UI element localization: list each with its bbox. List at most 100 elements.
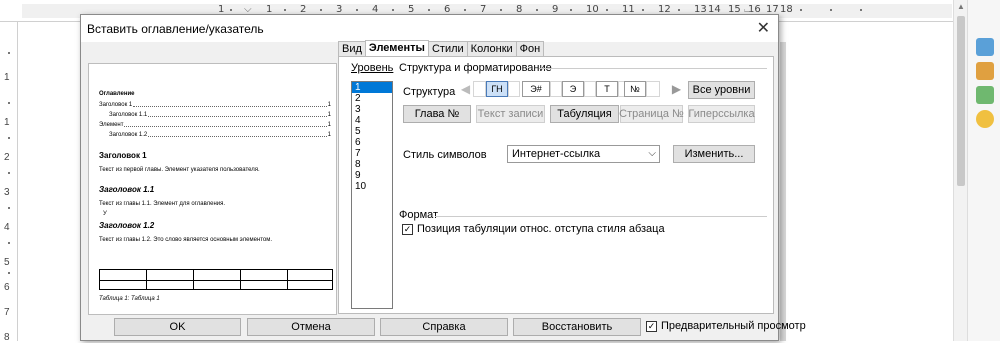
- preview-toc-line: Элемент 1: [99, 121, 331, 129]
- ok-button[interactable]: OK: [114, 318, 241, 336]
- token-gap[interactable]: [473, 81, 486, 97]
- level-item-1[interactable]: 1: [352, 82, 392, 93]
- ruler-tick: [642, 9, 644, 11]
- preview-table-col-line: [193, 270, 194, 289]
- vertical-scrollbar[interactable]: ▲: [953, 0, 967, 341]
- preview-toc-line: Заголовок 1.2 1: [109, 131, 331, 139]
- tab-background[interactable]: Фон: [515, 41, 545, 57]
- preview-toc-line: Заголовок 1 1: [99, 101, 331, 109]
- preview-label: Предварительный просмотр: [661, 320, 806, 332]
- preview-table-col-line: [146, 270, 147, 289]
- dialog-titlebar[interactable]: Вставить оглавление/указатель: [81, 15, 778, 42]
- separator: [539, 68, 767, 69]
- token-gap[interactable]: [550, 81, 562, 97]
- chapter-number-button[interactable]: Глава №: [403, 105, 471, 123]
- help-button[interactable]: Справка: [380, 318, 508, 336]
- ruler-label: 3: [4, 187, 10, 198]
- ruler-tick: [320, 9, 322, 11]
- vertical-ruler: 1 1 2 3 4 5 6 7 8: [0, 22, 18, 343]
- token-tab-stop[interactable]: Т: [596, 81, 618, 97]
- entries-panel: Уровень 1 2 3 4 5 6 7 8 9 10 Структура и…: [338, 56, 774, 314]
- tab-view[interactable]: Вид: [338, 41, 366, 57]
- level-item-7[interactable]: 7: [352, 148, 392, 159]
- tab-bar: Вид Элементы Стили Колонки Фон: [338, 40, 545, 57]
- tab-position-checkbox[interactable]: ✓: [402, 224, 413, 235]
- close-icon[interactable]: ✕: [757, 18, 770, 38]
- preview-toc-text: Заголовок 1: [99, 102, 133, 108]
- chevron-down-icon[interactable]: ⌵: [648, 148, 656, 159]
- scroll-up-icon[interactable]: ▲: [957, 2, 965, 11]
- all-levels-button[interactable]: Все уровни: [688, 81, 755, 99]
- ruler-tick: [8, 102, 10, 104]
- page-number-button[interactable]: Страница №: [619, 105, 684, 123]
- entry-text-button[interactable]: Текст записи: [476, 105, 545, 123]
- level-item-10[interactable]: 10: [352, 181, 392, 192]
- ruler-label: 5: [4, 257, 10, 268]
- ruler-label: 2: [4, 152, 10, 163]
- separator: [435, 216, 767, 217]
- ruler-label: 1: [4, 117, 10, 128]
- tab-columns[interactable]: Колонки: [466, 41, 517, 57]
- level-item-2[interactable]: 2: [352, 93, 392, 104]
- ruler-tick: [8, 137, 10, 139]
- preview-toc-line: Заголовок 1.1 1: [109, 111, 331, 119]
- level-item-8[interactable]: 8: [352, 159, 392, 170]
- document-page-edge: [780, 42, 786, 341]
- preview-toc-page: 1: [327, 122, 331, 128]
- level-item-5[interactable]: 5: [352, 126, 392, 137]
- tab-entries[interactable]: Элементы: [364, 40, 429, 57]
- ruler-label: 1: [4, 72, 10, 83]
- tab-stop-button[interactable]: Табуляция: [550, 105, 619, 123]
- preview-checkbox[interactable]: ✓: [646, 321, 657, 332]
- char-style-value: Интернет-ссылка: [512, 148, 601, 160]
- arrow-right-icon[interactable]: ▶: [669, 81, 684, 97]
- preview-paragraph: Текст из первой главы. Элемент указателя…: [99, 167, 260, 173]
- token-gap[interactable]: [508, 81, 520, 97]
- ruler-label: 4: [4, 222, 10, 233]
- arrow-left-icon[interactable]: ◀: [458, 81, 473, 97]
- ruler-tick: [678, 9, 680, 11]
- ruler-tick: [8, 272, 10, 274]
- preview-toc-page: 1: [327, 102, 331, 108]
- level-item-3[interactable]: 3: [352, 104, 392, 115]
- properties-icon[interactable]: [976, 38, 994, 56]
- hyperlink-button[interactable]: Гиперссылка: [688, 105, 755, 123]
- token-gap[interactable]: [584, 81, 596, 97]
- styles-icon[interactable]: [976, 62, 994, 80]
- ruler-tick: [8, 242, 10, 244]
- preview-toc-title: Оглавление: [99, 91, 135, 97]
- structure-heading: Структура и форматирование: [399, 62, 552, 74]
- token-gap[interactable]: [646, 81, 660, 97]
- navigator-icon[interactable]: [976, 110, 994, 128]
- sidebar-deck: [967, 0, 1000, 341]
- cancel-button[interactable]: Отмена: [247, 318, 375, 336]
- ruler-tick: [800, 9, 802, 11]
- token-page-number[interactable]: №: [624, 81, 646, 97]
- scrollbar-thumb[interactable]: [957, 16, 965, 186]
- ruler-tick: [428, 9, 430, 11]
- char-style-select[interactable]: Интернет-ссылка ⌵: [507, 145, 660, 163]
- ruler-tick: [464, 9, 466, 11]
- level-item-9[interactable]: 9: [352, 170, 392, 181]
- token-chapter-number[interactable]: ГН: [486, 81, 508, 97]
- preview-toc-text: Заголовок 1.1: [109, 112, 148, 118]
- gallery-icon[interactable]: [976, 86, 994, 104]
- tab-styles[interactable]: Стили: [427, 41, 468, 57]
- level-item-4[interactable]: 4: [352, 115, 392, 126]
- ruler-tick: [606, 9, 608, 11]
- ruler-tick: [356, 9, 358, 11]
- reset-button[interactable]: Восстановить: [513, 318, 641, 336]
- preview-heading-1-2: Заголовок 1.2: [99, 221, 155, 230]
- edit-button[interactable]: Изменить...: [673, 145, 755, 163]
- preview-table-row-line: [100, 280, 332, 281]
- level-item-6[interactable]: 6: [352, 137, 392, 148]
- token-entry-text[interactable]: Э: [562, 81, 584, 97]
- ruler-tick: [230, 9, 232, 11]
- ruler-label: 7: [4, 307, 10, 318]
- level-list[interactable]: 1 2 3 4 5 6 7 8 9 10: [351, 81, 393, 309]
- ruler-tick: [500, 9, 502, 11]
- ruler-label: 18: [780, 4, 793, 15]
- ruler-tick: [830, 9, 832, 11]
- dialog-title: Вставить оглавление/указатель: [87, 21, 264, 36]
- token-entry-number[interactable]: Э#: [522, 81, 550, 97]
